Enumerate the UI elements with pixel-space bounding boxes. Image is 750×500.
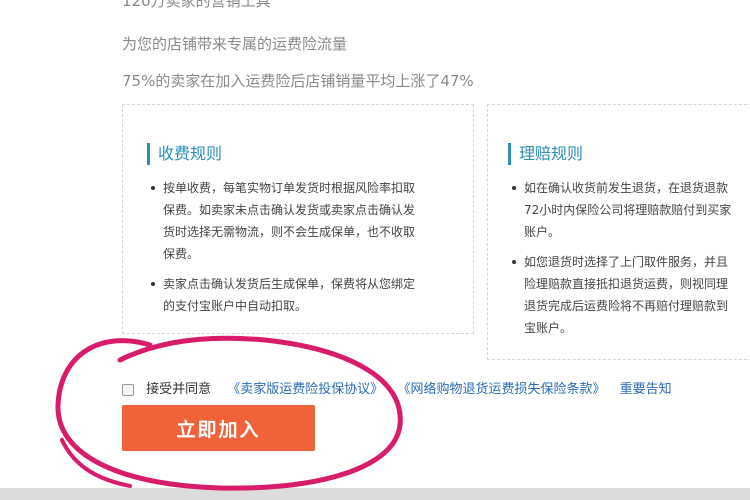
fee-rules-title: 收费规则	[147, 143, 222, 165]
seller-agreement-link[interactable]: 《卖家版运费险投保协议》	[227, 382, 383, 397]
list-item: 按单收费，每笔实物订单发货时根据风险率扣取 保费。如卖家未点击确认发货或卖家点击…	[149, 177, 459, 265]
list-item: 卖家点击确认发货后生成保单，保费将从您绑定 的支付宝账户中自动扣取。	[149, 273, 459, 317]
list-item: 如您退货时选择了上门取件服务，并且 险理赔款直接抵扣退货运费，则视同理 退货完成…	[510, 251, 750, 339]
intro-line-1: 为您的店铺带来专属的运费险流量	[122, 35, 348, 53]
intro-line-2: 75%的卖家在加入运费险后店铺销量平均上涨了47%	[122, 72, 474, 90]
claim-rules-panel: 理赔规则 如在确认收货前发生退货，在退货退款 72小时内保险公司将理赔款赔付到买…	[487, 104, 750, 360]
join-now-button[interactable]: 立即加入	[122, 405, 315, 451]
fee-rules-panel: 收费规则 按单收费，每笔实物订单发货时根据风险率扣取 保费。如卖家未点击确认发货…	[122, 104, 474, 334]
fee-rules-list: 按单收费，每笔实物订单发货时根据风险率扣取 保费。如卖家未点击确认发货或卖家点击…	[149, 177, 459, 325]
bottom-scroll-strip	[0, 488, 750, 500]
agreement-row: 接受并同意 《卖家版运费险投保协议》 《网络购物退货运费损失保险条款》 重要告知	[122, 380, 682, 400]
agree-checkbox[interactable]	[122, 384, 134, 396]
list-item: 如在确认收货前发生退货，在退货退款 72小时内保险公司将理赔款赔付到买家 账户。	[510, 177, 750, 243]
intro-line-0: 120万卖家的营销工具	[122, 0, 271, 10]
agree-label: 接受并同意	[146, 382, 212, 397]
important-notice-link[interactable]: 重要告知	[620, 382, 672, 397]
insurance-terms-link[interactable]: 《网络购物退货运费损失保险条款》	[397, 382, 605, 397]
claim-rules-title: 理赔规则	[508, 143, 583, 165]
claim-rules-list: 如在确认收货前发生退货，在退货退款 72小时内保险公司将理赔款赔付到买家 账户。…	[510, 177, 750, 347]
